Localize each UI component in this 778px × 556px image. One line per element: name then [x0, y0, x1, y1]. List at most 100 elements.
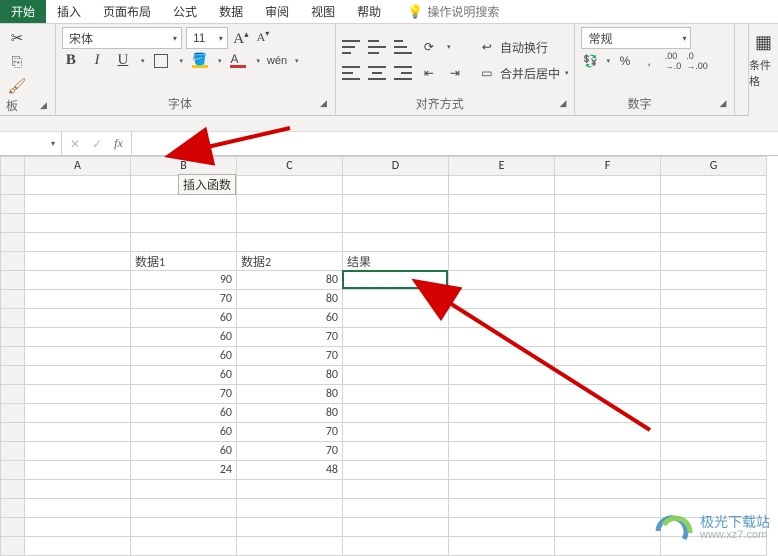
cell[interactable] — [661, 233, 767, 252]
bold-button[interactable]: B — [62, 52, 80, 70]
underline-button[interactable]: U — [114, 52, 132, 70]
row-header[interactable] — [1, 423, 25, 442]
cell[interactable] — [449, 195, 555, 214]
cell[interactable] — [25, 328, 131, 347]
cell[interactable] — [449, 480, 555, 499]
cell[interactable] — [131, 537, 237, 556]
cell[interactable]: 60 — [131, 366, 237, 385]
cell[interactable] — [555, 480, 661, 499]
cell[interactable] — [25, 252, 131, 271]
cell[interactable] — [343, 309, 449, 328]
cell[interactable] — [449, 366, 555, 385]
column-header[interactable]: F — [555, 157, 661, 176]
cell[interactable] — [555, 366, 661, 385]
cell[interactable] — [449, 518, 555, 537]
row-header[interactable] — [1, 176, 25, 195]
name-box[interactable]: ▾ — [0, 132, 62, 155]
cell[interactable] — [237, 480, 343, 499]
cell[interactable] — [661, 195, 767, 214]
merge-center-button[interactable]: ▭ 合并后居中 ▾ — [478, 64, 569, 82]
tab-page-layout[interactable]: 页面布局 — [92, 0, 162, 23]
cell[interactable] — [555, 499, 661, 518]
row-header[interactable] — [1, 328, 25, 347]
align-bottom-icon[interactable] — [394, 40, 412, 54]
cell[interactable] — [343, 271, 449, 290]
cell[interactable] — [661, 309, 767, 328]
cell[interactable] — [555, 423, 661, 442]
cell[interactable]: 60 — [131, 328, 237, 347]
cell[interactable] — [449, 385, 555, 404]
row-header[interactable] — [1, 499, 25, 518]
cell[interactable] — [343, 214, 449, 233]
cell[interactable] — [555, 233, 661, 252]
cell[interactable] — [237, 176, 343, 195]
cell[interactable]: 60 — [131, 309, 237, 328]
cell[interactable] — [449, 442, 555, 461]
row-header[interactable] — [1, 404, 25, 423]
row-header[interactable] — [1, 195, 25, 214]
chevron-down-icon[interactable]: ▾ — [141, 57, 145, 65]
cell[interactable] — [449, 423, 555, 442]
cell[interactable] — [449, 347, 555, 366]
comma-style-icon[interactable]: , — [640, 52, 658, 70]
insert-function-button[interactable]: fx — [114, 136, 123, 151]
cell[interactable] — [449, 233, 555, 252]
cell[interactable] — [25, 366, 131, 385]
row-header[interactable] — [1, 480, 25, 499]
cell[interactable] — [555, 537, 661, 556]
column-header[interactable]: E — [449, 157, 555, 176]
cell[interactable] — [25, 404, 131, 423]
number-format-combo[interactable]: 常规 — [581, 27, 691, 49]
chevron-down-icon[interactable]: ▾ — [179, 57, 183, 65]
row-header[interactable] — [1, 518, 25, 537]
cell[interactable] — [237, 214, 343, 233]
cell[interactable] — [661, 290, 767, 309]
cell[interactable] — [343, 290, 449, 309]
cell[interactable] — [25, 271, 131, 290]
cell[interactable] — [131, 233, 237, 252]
cell[interactable] — [343, 347, 449, 366]
currency-icon[interactable]: 💱 — [581, 52, 599, 70]
cell[interactable] — [343, 480, 449, 499]
cell[interactable]: 数据1 — [131, 252, 237, 271]
cell[interactable] — [449, 271, 555, 290]
fill-color-icon[interactable]: 🪣 — [191, 52, 209, 70]
cell[interactable] — [343, 537, 449, 556]
cell[interactable] — [25, 347, 131, 366]
row-header[interactable] — [1, 442, 25, 461]
enter-formula-icon[interactable]: ✓ — [92, 137, 102, 151]
tell-me-search[interactable]: 💡 操作说明搜索 — [396, 0, 510, 23]
cell[interactable] — [25, 309, 131, 328]
row-header[interactable] — [1, 233, 25, 252]
cell[interactable] — [25, 461, 131, 480]
cell[interactable]: 80 — [237, 290, 343, 309]
cell[interactable] — [343, 195, 449, 214]
cell[interactable] — [661, 214, 767, 233]
cell[interactable] — [661, 328, 767, 347]
cell[interactable]: 80 — [237, 404, 343, 423]
cell[interactable]: 70 — [237, 347, 343, 366]
cell[interactable] — [343, 499, 449, 518]
cell[interactable] — [661, 176, 767, 195]
chevron-down-icon[interactable]: ▾ — [295, 57, 299, 65]
align-right-icon[interactable] — [394, 66, 412, 80]
column-header[interactable]: D — [343, 157, 449, 176]
borders-icon[interactable] — [152, 52, 170, 70]
cell[interactable] — [343, 423, 449, 442]
chevron-down-icon[interactable]: ▾ — [447, 43, 451, 51]
cell[interactable] — [343, 328, 449, 347]
decrease-decimal-icon[interactable]: .0→.00 — [688, 52, 706, 70]
cell[interactable] — [25, 214, 131, 233]
align-middle-icon[interactable] — [368, 40, 386, 54]
row-header[interactable] — [1, 252, 25, 271]
cell[interactable]: 60 — [131, 442, 237, 461]
cell[interactable] — [555, 347, 661, 366]
cell[interactable] — [25, 518, 131, 537]
cell[interactable] — [449, 537, 555, 556]
cell[interactable] — [555, 214, 661, 233]
column-header[interactable]: G — [661, 157, 767, 176]
cell[interactable] — [25, 442, 131, 461]
select-all-corner[interactable] — [1, 157, 25, 176]
phonetic-guide-icon[interactable]: wén — [268, 52, 286, 70]
percent-icon[interactable]: % — [616, 52, 634, 70]
